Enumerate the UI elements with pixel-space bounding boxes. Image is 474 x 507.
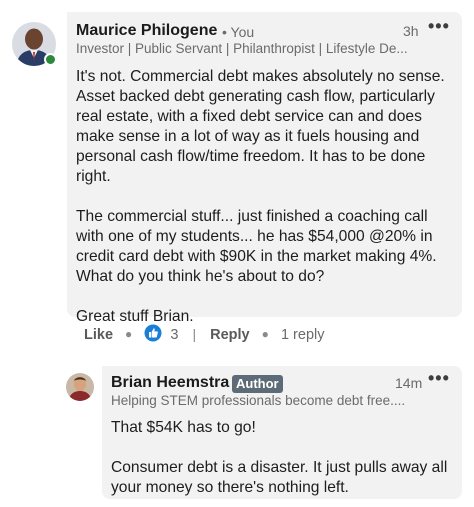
thumbs-up-icon[interactable] (144, 324, 162, 342)
reply-author-headline: Helping STEM professionals become debt f… (111, 393, 406, 408)
author-badge: Author (232, 375, 283, 393)
reply-count[interactable]: 1 reply (281, 327, 325, 343)
comment-paragraph: The commercial stuff... just finished a … (76, 208, 437, 285)
avatar-brian[interactable] (66, 373, 94, 401)
online-status-dot (44, 53, 57, 66)
reaction-count[interactable]: 3 (170, 327, 178, 343)
comment-author-name[interactable]: Maurice Philogene (76, 22, 217, 40)
separator-dot: ● (125, 327, 133, 341)
reply-paragraph: Consumer debt is a disaster. It just pul… (111, 459, 448, 496)
more-options-icon[interactable]: ••• (428, 16, 450, 37)
separator-line: | (192, 326, 197, 342)
reply-button[interactable]: Reply (210, 327, 250, 343)
reply-author-name[interactable]: Brian Heemstra (111, 374, 229, 392)
like-button[interactable]: Like (84, 327, 113, 343)
comment-author-headline: Investor | Public Servant | Philanthropi… (76, 41, 408, 56)
comment-paragraph: It's not. Commercial debt makes absolute… (76, 68, 445, 185)
comment-paragraph: Great stuff Brian. (76, 308, 194, 325)
separator-dot: ● (261, 327, 269, 341)
more-options-icon[interactable]: ••• (428, 368, 450, 389)
reply-body: That $54K has to go! Consumer debt is a … (111, 418, 456, 498)
reply-timestamp: 14m (395, 375, 423, 391)
connection-degree: • You (222, 24, 255, 40)
comment-actions: Like ● 3 | Reply ● 1 reply (84, 324, 325, 344)
comment-body: It's not. Commercial debt makes absolute… (76, 67, 458, 327)
comment-timestamp: 3h (403, 23, 419, 39)
reply-paragraph: That $54K has to go! (111, 419, 256, 436)
